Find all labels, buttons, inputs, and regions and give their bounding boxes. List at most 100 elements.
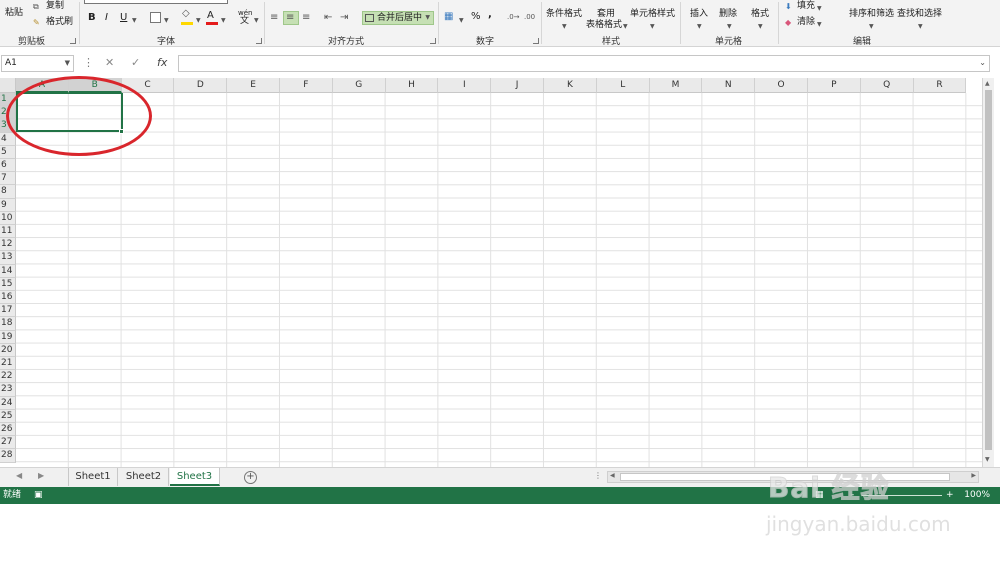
scroll-down-icon[interactable]: ▼ (985, 456, 990, 463)
column-header[interactable]: E (227, 78, 280, 93)
chevron-down-icon[interactable]: ▼ (817, 3, 822, 14)
scrollbar-thumb[interactable] (985, 90, 992, 450)
chevron-down-icon[interactable]: ▼ (758, 21, 763, 32)
chevron-down-icon[interactable]: ▼ (918, 21, 923, 32)
row-header[interactable]: 14 (0, 264, 16, 278)
row-header[interactable]: 23 (0, 383, 16, 397)
alignment-launcher-icon[interactable] (430, 38, 436, 44)
name-box[interactable]: A1 ▼ (1, 55, 74, 72)
formula-input[interactable]: ⌄ (178, 55, 990, 72)
underline-button[interactable]: U (120, 12, 127, 24)
table-format-button-line1[interactable]: 套用 (597, 9, 615, 20)
insert-button[interactable]: 插入 (690, 9, 708, 20)
font-launcher-icon[interactable] (256, 38, 262, 44)
scroll-right-icon[interactable]: ▶ (971, 472, 976, 479)
row-header[interactable]: 28 (0, 449, 16, 463)
zoom-level[interactable]: 100% (964, 487, 990, 504)
row-header[interactable]: 11 (0, 225, 16, 239)
increase-decimal-icon[interactable]: .0→ (507, 12, 520, 23)
column-header[interactable]: D (174, 78, 228, 93)
column-header[interactable]: P (808, 78, 861, 93)
tab-split-handle-icon[interactable]: ⋮ (594, 471, 602, 480)
select-all-corner[interactable] (0, 78, 16, 93)
cancel-icon[interactable]: ✕ (105, 55, 114, 71)
decrease-decimal-icon[interactable]: .00 (524, 12, 535, 23)
chevron-down-icon[interactable]: ▼ (221, 15, 226, 26)
column-header[interactable]: H (385, 78, 439, 93)
add-sheet-button[interactable]: + (244, 471, 257, 484)
comma-button[interactable]: , (488, 9, 492, 21)
row-header[interactable]: 18 (0, 317, 16, 331)
scroll-up-icon[interactable]: ▲ (985, 80, 990, 87)
border-icon[interactable] (150, 12, 161, 23)
row-header[interactable]: 13 (0, 251, 16, 265)
row-header[interactable]: 21 (0, 357, 16, 371)
align-left-icon[interactable]: ≡ (270, 12, 278, 23)
chevron-down-icon[interactable]: ⌄ (979, 58, 986, 67)
column-header[interactable]: L (596, 78, 650, 93)
decrease-indent-icon[interactable]: ⇤ (324, 12, 332, 23)
row-header[interactable]: 16 (0, 291, 16, 305)
more-icon[interactable]: ⋮ (83, 55, 94, 71)
row-header[interactable]: 24 (0, 396, 16, 410)
format-button[interactable]: 格式 (751, 9, 769, 20)
align-right-icon[interactable]: ≡ (302, 12, 310, 23)
vertical-scrollbar[interactable]: ▲ ▼ (982, 78, 994, 467)
find-select-button[interactable]: 查找和选择 (897, 9, 942, 20)
bold-button[interactable]: B (88, 12, 96, 24)
chevron-down-icon[interactable]: ▼ (425, 12, 430, 24)
row-header[interactable]: 5 (0, 145, 16, 159)
row-header[interactable]: 6 (0, 159, 16, 173)
row-header[interactable]: 22 (0, 370, 16, 384)
row-header[interactable]: 12 (0, 238, 16, 252)
cell-styles-button[interactable]: 单元格样式 (630, 9, 675, 20)
chevron-down-icon[interactable]: ▼ (697, 21, 702, 32)
row-header[interactable]: 10 (0, 211, 16, 225)
fill-color-icon[interactable]: ◇ (182, 8, 190, 19)
row-header[interactable]: 15 (0, 277, 16, 291)
column-header[interactable]: N (702, 78, 756, 93)
row-header[interactable]: 17 (0, 304, 16, 318)
row-header[interactable]: 9 (0, 198, 16, 212)
chevron-down-icon[interactable]: ▼ (623, 21, 628, 32)
row-header[interactable]: 20 (0, 343, 16, 357)
percent-button[interactable]: % (471, 11, 481, 23)
enter-icon[interactable]: ✓ (131, 55, 140, 71)
macro-record-icon[interactable]: ▣ (34, 487, 43, 504)
font-size-box[interactable] (84, 0, 228, 4)
column-header[interactable]: J (491, 78, 544, 93)
chevron-down-icon[interactable]: ▼ (562, 21, 567, 32)
column-header[interactable]: R (913, 78, 967, 93)
row-header[interactable]: 19 (0, 330, 16, 344)
italic-button[interactable]: I (105, 12, 108, 24)
row-header[interactable]: 8 (0, 185, 16, 199)
sheet-tab-3[interactable]: Sheet3 (170, 468, 220, 486)
column-header[interactable]: Q (860, 78, 914, 93)
accounting-format-icon[interactable]: ▦ (444, 11, 453, 22)
cell-area[interactable] (16, 93, 982, 467)
clear-button[interactable]: 清除 (797, 17, 815, 28)
column-header[interactable]: I (438, 78, 492, 93)
delete-button[interactable]: 删除 (719, 9, 737, 20)
column-header[interactable]: M (649, 78, 703, 93)
paste-button[interactable]: 粘贴 (5, 8, 23, 19)
chevron-down-icon[interactable]: ▼ (727, 21, 732, 32)
row-header[interactable]: 27 (0, 436, 16, 450)
chevron-down-icon[interactable]: ▼ (459, 15, 464, 26)
scroll-left-icon[interactable]: ◀ (610, 472, 615, 479)
row-header[interactable]: 26 (0, 423, 16, 437)
chevron-down-icon[interactable]: ▼ (254, 15, 259, 26)
chevron-down-icon[interactable]: ▼ (132, 15, 137, 26)
chevron-down-icon[interactable]: ▼ (817, 19, 822, 30)
column-header[interactable]: G (332, 78, 386, 93)
table-format-button-line2[interactable]: 表格格式 (586, 20, 622, 31)
number-launcher-icon[interactable] (533, 38, 539, 44)
chevron-down-icon[interactable]: ▼ (650, 21, 655, 32)
font-color-icon[interactable]: A (207, 10, 214, 22)
row-header[interactable]: 7 (0, 172, 16, 186)
tab-prev-icon[interactable]: ◀ (16, 471, 22, 480)
clipboard-launcher-icon[interactable] (70, 38, 76, 44)
column-header[interactable]: O (755, 78, 808, 93)
sheet-tab-2[interactable]: Sheet2 (119, 468, 169, 486)
column-header[interactable]: F (280, 78, 333, 93)
